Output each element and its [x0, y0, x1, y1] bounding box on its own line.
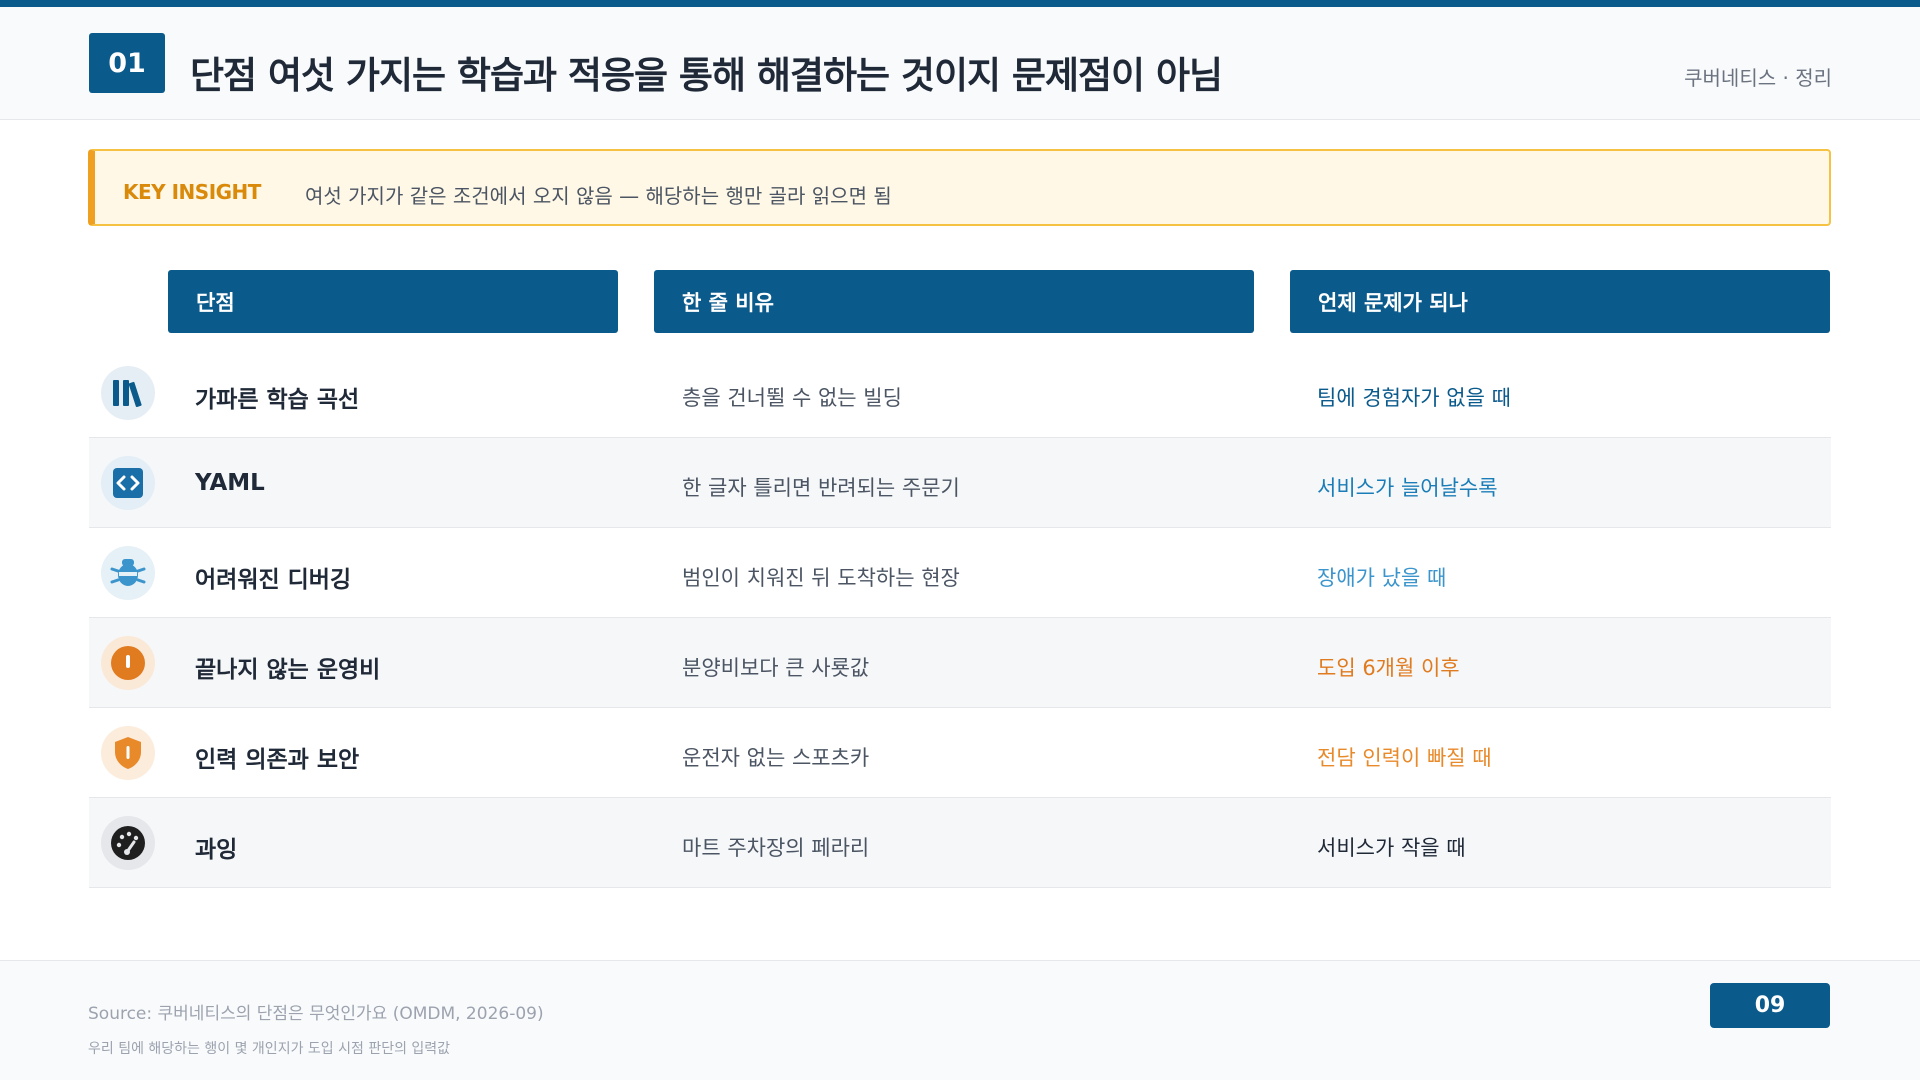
source-citation: Source: 쿠버네티스의 단점은 무엇인가요 (OMDM, 2026-09)	[88, 1004, 544, 1024]
page-number-badge: 09	[1710, 983, 1830, 1028]
metaphor-text: 한 글자 틀리면 반려되는 주문기	[682, 476, 960, 500]
drawback-name: YAML	[195, 470, 265, 496]
column-header-drawback: 단점	[168, 270, 618, 333]
table-row: 어려워진 디버깅 범인이 치워진 뒤 도착하는 현장 장애가 났을 때	[89, 528, 1831, 618]
table-row: 가파른 학습 곡선 층을 건너뛸 수 없는 빌딩 팀에 경험자가 없을 때	[89, 348, 1831, 438]
gauge-icon	[101, 816, 155, 870]
slide-header: 01 단점 여섯 가지는 학습과 적응을 통해 해결하는 것이지 문제점이 아님…	[0, 7, 1920, 120]
when-text: 서비스가 작을 때	[1317, 836, 1466, 860]
key-insight-text: 여섯 가지가 같은 조건에서 오지 않음 — 해당하는 행만 골라 읽으면 됨	[305, 184, 892, 208]
key-insight-box: KEY INSIGHT 여섯 가지가 같은 조건에서 오지 않음 — 해당하는 …	[88, 149, 1831, 226]
metaphor-text: 분양비보다 큰 사룟값	[682, 656, 870, 680]
when-text: 서비스가 늘어날수록	[1317, 476, 1498, 500]
drawback-name: 가파른 학습 곡선	[195, 387, 360, 413]
drawback-name: 어려워진 디버깅	[195, 567, 352, 593]
table-row: 인력 의존과 보안 운전자 없는 스포츠카 전담 인력이 빠질 때	[89, 708, 1831, 798]
table-row: 끝나지 않는 운영비 분양비보다 큰 사룟값 도입 6개월 이후	[89, 618, 1831, 708]
top-accent-bar	[0, 0, 1920, 7]
metaphor-text: 층을 건너뛸 수 없는 빌딩	[682, 386, 902, 410]
metaphor-text: 범인이 치워진 뒤 도착하는 현장	[682, 566, 960, 590]
metaphor-text: 마트 주차장의 페라리	[682, 836, 870, 860]
section-number-badge: 01	[89, 33, 165, 93]
drawback-name: 끝나지 않는 운영비	[195, 657, 381, 683]
when-text: 도입 6개월 이후	[1317, 656, 1460, 680]
code-icon	[101, 456, 155, 510]
column-header-metaphor: 한 줄 비유	[654, 270, 1254, 333]
table-row: YAML 한 글자 틀리면 반려되는 주문기 서비스가 늘어날수록	[89, 438, 1831, 528]
metaphor-text: 운전자 없는 스포츠카	[682, 746, 870, 770]
column-header-when: 언제 문제가 되나	[1290, 270, 1830, 333]
when-text: 장애가 났을 때	[1317, 566, 1447, 590]
when-text: 전담 인력이 빠질 때	[1317, 746, 1492, 770]
drawback-name: 인력 의존과 보안	[195, 747, 360, 773]
key-insight-label: KEY INSIGHT	[123, 180, 261, 204]
footer-note: 우리 팀에 해당하는 행이 몇 개인지가 도입 시점 판단의 입력값	[88, 1041, 451, 1057]
slide-footer: Source: 쿠버네티스의 단점은 무엇인가요 (OMDM, 2026-09)…	[0, 960, 1920, 1080]
page-title: 단점 여섯 가지는 학습과 적응을 통해 해결하는 것이지 문제점이 아님	[190, 54, 1223, 97]
header-tag: 쿠버네티스 · 정리	[1684, 66, 1832, 90]
bug-icon	[101, 546, 155, 600]
drawback-name: 과잉	[195, 837, 238, 863]
table-row: 과잉 마트 주차장의 페라리 서비스가 작을 때	[89, 798, 1831, 888]
alert-icon	[101, 636, 155, 690]
books-icon	[101, 366, 155, 420]
when-text: 팀에 경험자가 없을 때	[1317, 386, 1511, 410]
shield-icon	[101, 726, 155, 780]
